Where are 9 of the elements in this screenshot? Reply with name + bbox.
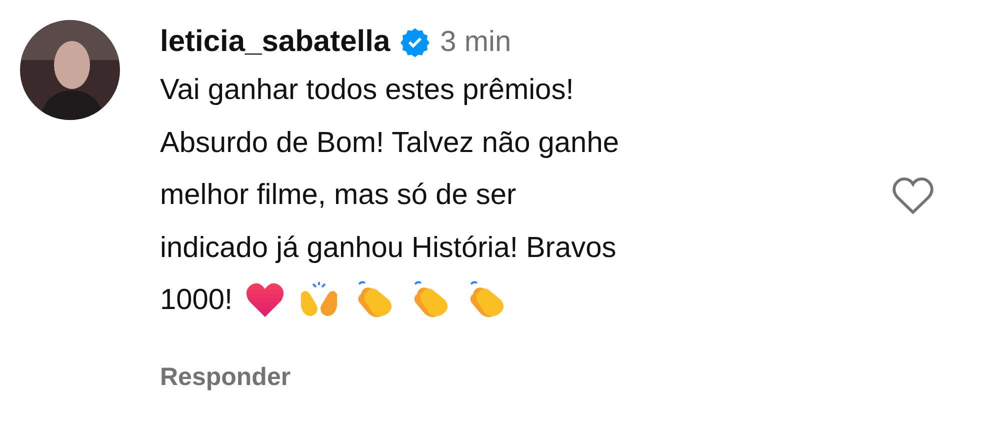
comment-text: Vai ganhar todos estes prêmios! [160, 73, 575, 108]
username[interactable]: leticia_sabatella [160, 25, 390, 59]
comment-text: 1000! [160, 283, 233, 318]
reply-button[interactable]: Responder [160, 362, 291, 392]
comment-text: melhor filme, mas só de ser [160, 178, 518, 213]
comment-text: Absurdo de Bom! Talvez não ganhe [160, 126, 620, 160]
comment-text: indicado já ganhou História! Bravos [160, 230, 618, 266]
heart-icon [244, 281, 285, 320]
comment-time: 3 min [440, 26, 512, 58]
